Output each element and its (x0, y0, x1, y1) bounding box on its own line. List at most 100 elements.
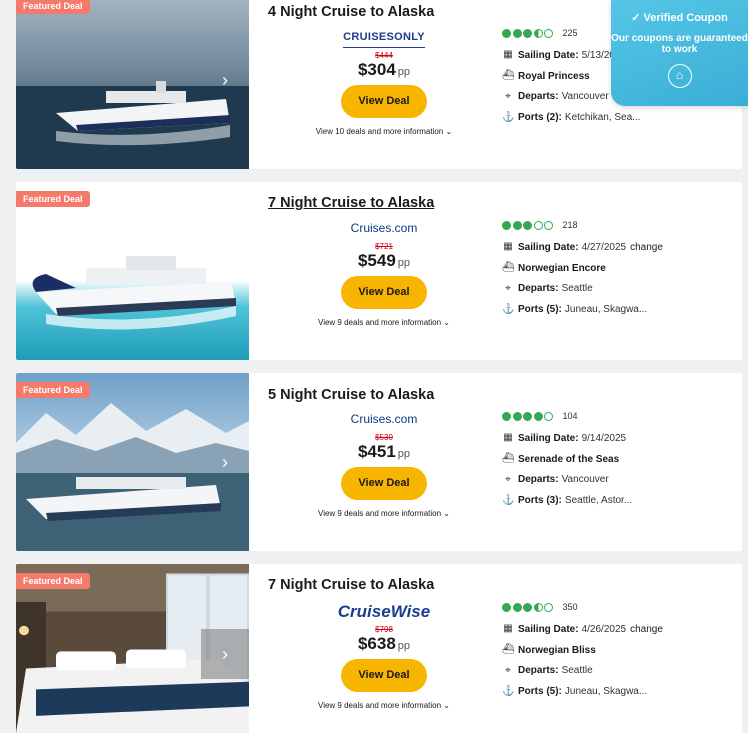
chevron-down-icon: ⌄ (443, 318, 450, 327)
ports-value: Seattle, Astor... (564, 495, 633, 507)
cruise-title[interactable]: 7 Night Cruise to Alaska (268, 577, 434, 593)
departs-label: Departs: (518, 474, 559, 486)
price: $638 pp (284, 634, 484, 654)
location-pin-icon: ⌖ (505, 664, 511, 676)
view-more-deals-link[interactable]: View 9 deals and more information ⌄ (284, 318, 484, 327)
ship-name: Royal Princess (518, 70, 590, 82)
ports-value: Ketchikan, Sea... (564, 112, 641, 124)
sailing-date-row: ▦ Sailing Date: 9/14/2025 (502, 428, 702, 449)
departs-row: ⌖ Departs: Seattle (502, 279, 702, 300)
sailing-date-value: 4/27/2025 (581, 241, 627, 253)
anchor-icon: ⚓ (502, 111, 515, 123)
price-value: $451 (357, 442, 396, 461)
next-photo-arrow-icon[interactable]: › (215, 452, 235, 472)
agency-logo: CruiseWise (337, 602, 431, 621)
price-value: $304 (357, 60, 396, 79)
cruise-card[interactable]: Featured Deal 7 Night Cruise to Alaska C… (16, 182, 742, 360)
rating-dot-icon (533, 28, 543, 38)
rating-dot-icon (512, 28, 522, 38)
rating[interactable]: 350 (502, 601, 702, 613)
rating-dot-icon (533, 220, 543, 230)
chevron-down-icon: ⌄ (443, 509, 450, 518)
location-pin-icon: ⌖ (505, 90, 511, 102)
departs-label: Departs: (518, 91, 559, 103)
deal-column: CruiseWise $798 $638 pp View Deal View 9 … (284, 600, 484, 710)
deal-column: Cruises.com $721 $549 pp View Deal View 9… (284, 219, 484, 327)
sailing-info: 350 ▦ Sailing Date: 4/26/2025 change ⛴ Norwe… (502, 601, 702, 702)
deal-column: CRUISESONLY $444 $304 pp View Deal View 1… (284, 27, 484, 136)
cruise-title[interactable]: 4 Night Cruise to Alaska (268, 4, 434, 20)
coupon-heading: ✓ Verified Coupon (611, 11, 748, 24)
cruise-card[interactable]: Featured Deal › 7 Night Cruise to Alaska… (16, 564, 742, 733)
next-photo-button[interactable]: › (201, 629, 249, 679)
view-more-deals-link[interactable]: View 10 deals and more information ⌄ (284, 127, 484, 136)
rating-count: 104 (562, 411, 578, 421)
next-photo-arrow-icon[interactable]: › (215, 70, 235, 90)
view-more-deals-label: View 9 deals and more information (318, 509, 442, 518)
ship-icon: ⛴ (502, 262, 515, 274)
rating-dot-icon (544, 220, 553, 230)
cruise-photo[interactable]: Featured Deal › (16, 373, 249, 551)
rating[interactable]: 218 (502, 219, 702, 231)
departs-row: ⌖ Departs: Seattle (502, 661, 702, 682)
ship-row: ⛴ Norwegian Encore (502, 258, 702, 279)
featured-deal-badge: Featured Deal (16, 573, 90, 589)
featured-deal-badge: Featured Deal (16, 191, 90, 207)
cruise-photo[interactable]: Featured Deal › (16, 564, 249, 733)
price: $304 pp (284, 60, 484, 80)
ports-value: Juneau, Skagwa... (564, 304, 648, 316)
price: $451 pp (284, 442, 484, 462)
rating-dot-icon (512, 411, 522, 421)
cruise-title[interactable]: 7 Night Cruise to Alaska (268, 195, 434, 211)
view-more-deals-label: View 10 deals and more information (315, 127, 444, 136)
rating-dot-icon (502, 602, 511, 612)
sailing-date-label: Sailing Date: (518, 432, 579, 444)
change-date-link[interactable]: change (630, 242, 663, 253)
departs-value: Seattle (561, 283, 593, 295)
price-value: $638 (357, 634, 396, 653)
rating[interactable]: 104 (502, 410, 702, 422)
deal-column: Cruises.com $530 $451 pp View Deal View 9… (284, 410, 484, 518)
rating-dot-icon (523, 411, 532, 421)
rating-dot-icon (512, 220, 522, 230)
view-more-deals-link[interactable]: View 9 deals and more information ⌄ (284, 701, 484, 710)
cruise-photo[interactable]: Featured Deal › (16, 0, 249, 169)
location-pin-icon: ⌖ (505, 282, 511, 294)
anchor-icon: ⚓ (502, 494, 515, 506)
view-more-deals-link[interactable]: View 9 deals and more information ⌄ (284, 509, 484, 518)
ship-name: Serenade of the Seas (518, 453, 620, 465)
ports-row: ⚓ Ports (3): Seattle, Astor... (502, 490, 702, 511)
view-deal-button[interactable]: View Deal (341, 276, 427, 309)
ship-icon: ⛴ (502, 453, 515, 465)
view-deal-button[interactable]: View Deal (341, 85, 427, 118)
sailing-info: 104 ▦ Sailing Date: 9/14/2025 ⛴ Serenade of… (502, 410, 702, 511)
ports-label: Ports (2): (518, 112, 562, 124)
rating-count: 350 (562, 602, 578, 612)
rating-dot-icon (544, 602, 553, 612)
change-date-link[interactable]: change (630, 624, 663, 635)
cruise-photo[interactable]: Featured Deal (16, 182, 249, 360)
ship-icon: ⛴ (502, 644, 515, 656)
coupon-icon: ⌂ (667, 64, 692, 88)
sailing-date-row: ▦ Sailing Date: 4/26/2025 change (502, 619, 702, 640)
old-price: $721 (375, 242, 393, 251)
check-circle-icon: ✓ (631, 12, 641, 24)
view-deal-button[interactable]: View Deal (341, 659, 427, 692)
calendar-icon: ▦ (503, 49, 513, 61)
ports-label: Ports (5): (518, 304, 562, 316)
old-price: $798 (375, 625, 393, 634)
rating-dot-icon (502, 411, 511, 421)
verified-coupon-panel[interactable]: ✓ Verified Coupon Our coupons are guaran… (611, 0, 748, 106)
departs-label: Departs: (518, 665, 559, 677)
ports-label: Ports (5): (518, 686, 562, 698)
rating-dot-icon (544, 28, 553, 38)
old-price: $444 (375, 51, 393, 60)
cruise-results-list: Featured Deal › 4 Night Cruise to Alaska… (0, 0, 748, 733)
cruise-title[interactable]: 5 Night Cruise to Alaska (268, 387, 434, 403)
price: $549 pp (284, 251, 484, 271)
cruise-card[interactable]: Featured Deal › 5 Night Cruise to Alaska… (16, 373, 742, 551)
ports-row: ⚓ Ports (5): Juneau, Skagwa... (502, 299, 702, 320)
rating-count: 225 (562, 28, 578, 38)
view-deal-button[interactable]: View Deal (341, 467, 427, 500)
price-unit: pp (397, 448, 411, 460)
